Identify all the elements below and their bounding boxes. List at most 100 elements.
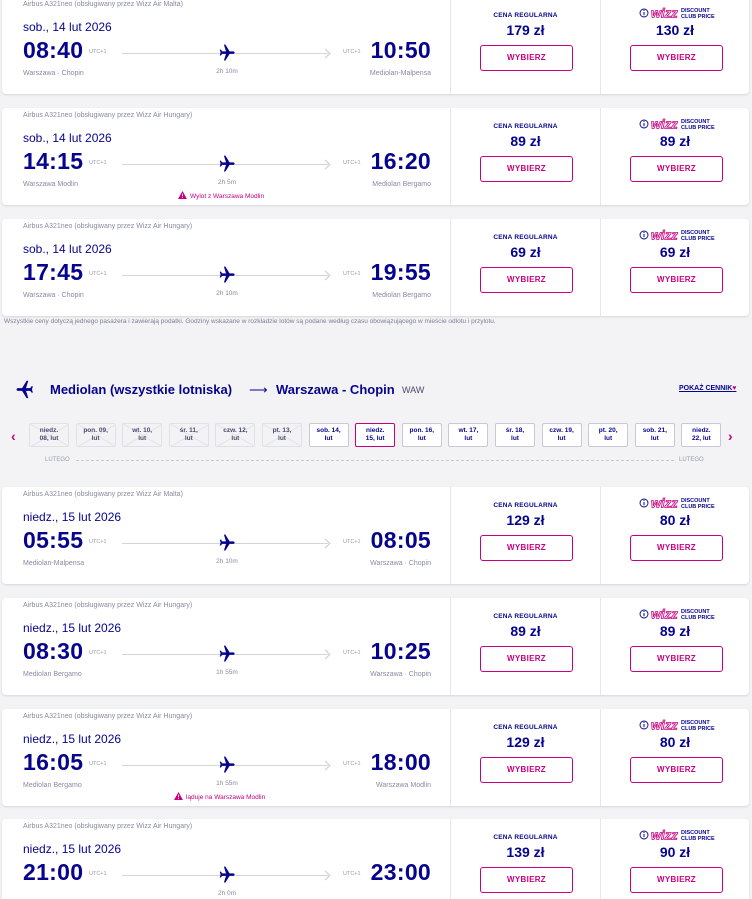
route-arrow-icon: [320, 270, 331, 281]
month-label: LUTEGO: [679, 457, 704, 463]
flight-info: Airbus A321neo (obsługiwany przez Wizz A…: [2, 709, 450, 806]
select-discount-button[interactable]: WYBIERZ: [630, 45, 723, 71]
airport-code: WAW: [402, 385, 425, 395]
wizz-discount-club-logo: wizz DISCOUNT CLUB PRICE: [639, 827, 719, 843]
departure-utc: UTC+1: [89, 871, 107, 877]
regular-price-column: CENA REGULARNA 69 zł WYBIERZ: [450, 219, 600, 316]
regular-price: 139 zł: [506, 844, 545, 860]
discount-club-column: wizz DISCOUNT CLUB PRICE 89 zł WYBIERZ: [600, 598, 749, 695]
select-regular-button[interactable]: WYBIERZ: [480, 156, 573, 182]
plane-icon: [216, 644, 236, 664]
regular-price: 179 zł: [506, 22, 545, 38]
prev-dates-chevron-icon[interactable]: ‹: [11, 428, 16, 444]
date-chip-line2: lut: [231, 435, 240, 442]
select-discount-button[interactable]: WYBIERZ: [630, 156, 723, 182]
regular-price-label: CENA REGULARNA: [493, 724, 558, 731]
date-chip-line2: 15, lut: [365, 435, 385, 442]
select-regular-button[interactable]: WYBIERZ: [480, 535, 573, 561]
date-chip-line1: czw. 12,: [223, 427, 248, 434]
route-arrow-icon: [320, 159, 331, 170]
flight-card: Airbus A321neo (obsługiwany przez Wizz A…: [2, 108, 749, 205]
date-chip-line1: niedz.: [692, 427, 711, 434]
discount-club-column: wizz DISCOUNT CLUB PRICE 89 zł WYBIERZ: [600, 108, 749, 205]
next-dates-chevron-icon[interactable]: ›: [728, 428, 733, 444]
wizz-discount-club-logo: wizz DISCOUNT CLUB PRICE: [639, 5, 719, 21]
route-destination: Warszawa - Chopin: [276, 382, 395, 397]
discount-club-column: wizz DISCOUNT CLUB PRICE 80 zł WYBIERZ: [600, 487, 749, 584]
club-price-text: CLUB PRICE: [681, 504, 715, 510]
wizz-brand-text: wizz: [651, 228, 678, 242]
flight-info: Airbus A321neo (obsługiwany przez Wizz A…: [2, 219, 450, 316]
arrival-utc: UTC+1: [343, 871, 361, 877]
select-discount-button[interactable]: WYBIERZ: [630, 867, 723, 893]
date-chip[interactable]: pt. 20, lut: [588, 423, 629, 447]
aircraft-info: Airbus A321neo (obsługiwany przez Wizz A…: [23, 823, 193, 830]
date-chip-line2: lut: [91, 435, 100, 442]
plane-icon: [15, 378, 37, 400]
date-chip[interactable]: sob. 21, lut: [634, 423, 675, 447]
select-discount-button[interactable]: WYBIERZ: [630, 267, 723, 293]
arrival-time: 18:00: [370, 749, 431, 775]
date-chip[interactable]: pon. 16, lut: [401, 423, 442, 447]
plane-icon: [216, 533, 236, 553]
date-chip-line2: lut: [650, 435, 659, 442]
discount-club-price: 89 zł: [659, 133, 691, 149]
club-price-text: CLUB PRICE: [681, 615, 715, 621]
date-chip-line1: sob. 14,: [316, 427, 341, 434]
date-chip[interactable]: niedz. 22, lut: [681, 423, 722, 447]
select-discount-button[interactable]: WYBIERZ: [630, 535, 723, 561]
arrival-utc: UTC+1: [343, 761, 361, 767]
date-chip[interactable]: śr. 18, lut: [495, 423, 535, 447]
plane-icon: [216, 43, 236, 63]
date-chip-line1: wt. 10,: [132, 427, 153, 434]
select-regular-button[interactable]: WYBIERZ: [480, 867, 573, 893]
regular-price-column: CENA REGULARNA 89 zł WYBIERZ: [450, 598, 600, 695]
regular-price-column: CENA REGULARNA 129 zł WYBIERZ: [450, 487, 600, 584]
discount-club-price: 90 zł: [659, 844, 691, 860]
month-row: LUTEGO LUTEGO: [0, 455, 752, 467]
departure-airport: Mediolan Bergamo: [23, 671, 82, 678]
regular-price-column: CENA REGULARNA 89 zł WYBIERZ: [450, 108, 600, 205]
flight-card: Airbus A321neo (obsługiwany przez Wizz A…: [2, 709, 749, 806]
arrival-time: 08:05: [370, 527, 431, 553]
date-chip-line1: niedz.: [39, 427, 59, 434]
aircraft-info: Airbus A321neo (obsługiwany przez Wizz A…: [23, 1, 183, 8]
discount-club-price: 130 zł: [655, 22, 695, 38]
discount-club-price: 69 zł: [659, 244, 691, 260]
date-chip-line2: lut: [511, 435, 519, 442]
date-chip-line1: śr. 18,: [505, 427, 525, 434]
departure-time: 17:45: [23, 259, 84, 285]
plane-icon: [216, 154, 236, 174]
date-chip[interactable]: czw. 19, lut: [541, 423, 582, 447]
date-chip: śr. 11, lut: [168, 423, 209, 447]
regular-price-label: CENA REGULARNA: [493, 123, 558, 130]
club-price-text: CLUB PRICE: [681, 14, 715, 20]
date-chip-line2: lut: [184, 435, 193, 442]
select-regular-button[interactable]: WYBIERZ: [480, 757, 573, 783]
date-chip[interactable]: sob. 14, lut: [308, 423, 349, 447]
select-discount-button[interactable]: WYBIERZ: [630, 757, 723, 783]
date-chip[interactable]: niedz. 15, lut: [355, 423, 396, 447]
aircraft-info: Airbus A321neo (obsługiwany przez Wizz A…: [23, 112, 193, 119]
flight-duration: 2h 10m: [216, 68, 238, 75]
date-chip[interactable]: wt. 17, lut: [448, 423, 489, 447]
select-discount-button[interactable]: WYBIERZ: [630, 646, 723, 672]
date-chip: pt. 13, lut: [262, 423, 302, 447]
departure-airport: Warszawa · Chopin: [23, 70, 84, 77]
select-regular-button[interactable]: WYBIERZ: [480, 267, 573, 293]
regular-price: 69 zł: [510, 244, 541, 260]
departure-time: 21:00: [23, 859, 84, 885]
plane-icon: [216, 265, 236, 285]
flight-card: Airbus A321neo (obsługiwany przez Wizz A…: [2, 219, 749, 316]
route-arrow-icon: [320, 760, 331, 771]
plane-icon: [216, 755, 236, 775]
show-prices-link[interactable]: POKAŻ CENNIK♥: [679, 385, 736, 392]
select-regular-button[interactable]: WYBIERZ: [480, 45, 573, 71]
select-regular-button[interactable]: WYBIERZ: [480, 646, 573, 672]
route-origin: Mediolan (wszystkie lotniska): [50, 382, 233, 397]
flight-date: sob., 14 lut 2026: [23, 242, 112, 256]
departure-time: 14:15: [23, 148, 84, 174]
show-prices-text: POKAŻ CENNIK: [679, 385, 733, 392]
date-chip-line1: pon. 09,: [83, 427, 108, 434]
arrival-time: 19:55: [370, 259, 431, 285]
